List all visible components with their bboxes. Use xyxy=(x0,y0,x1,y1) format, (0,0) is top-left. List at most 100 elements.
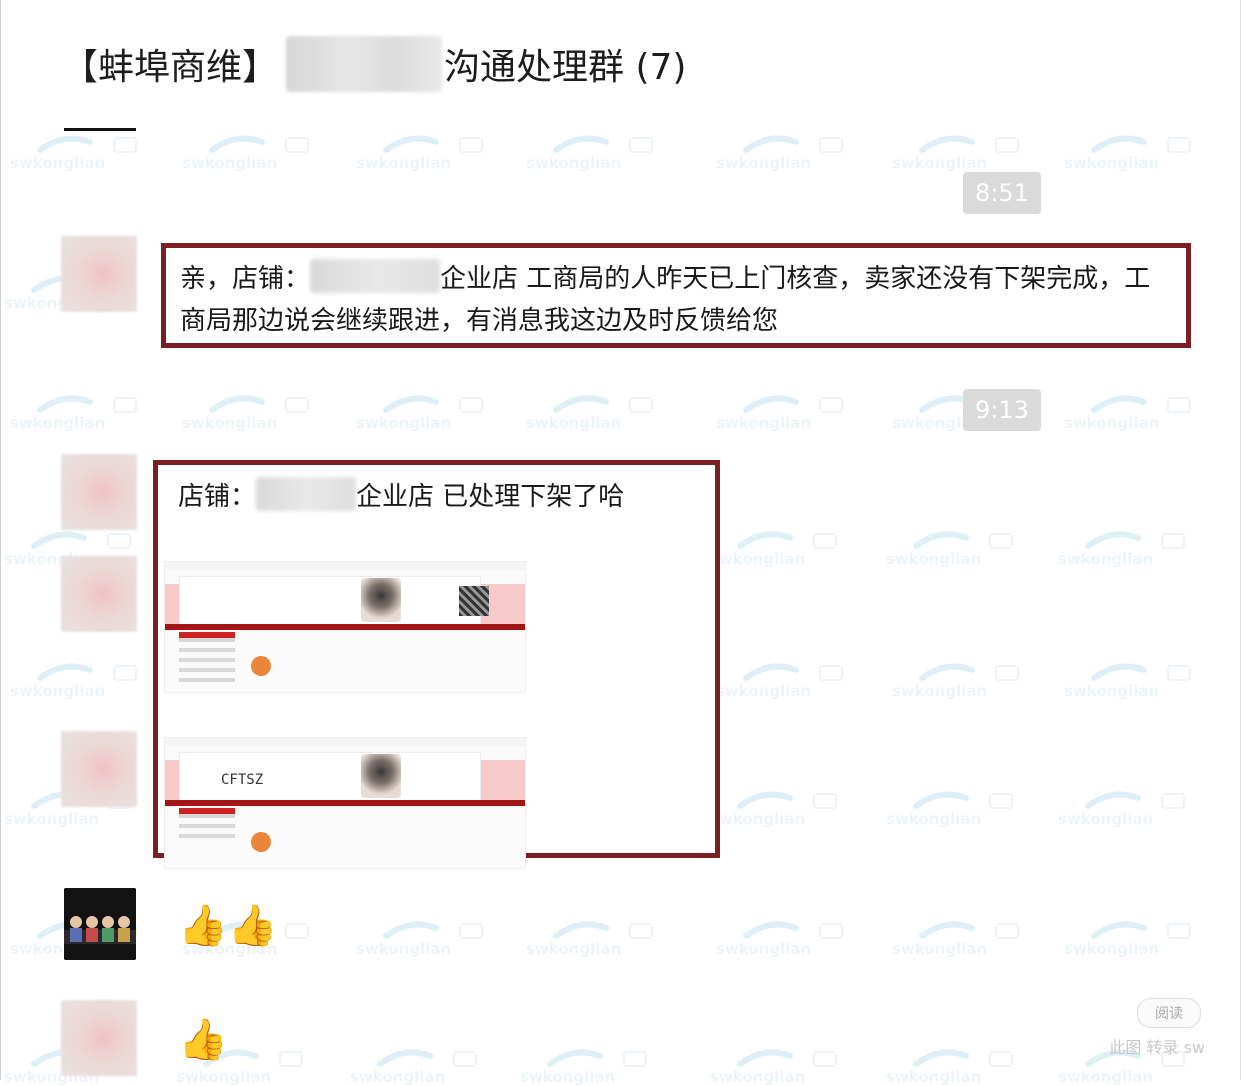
watermark-icon: swkonglian xyxy=(526,392,676,432)
left-border xyxy=(0,0,1,1080)
watermark-icon: swkonglian xyxy=(10,660,160,700)
watermark-icon: swkonglian xyxy=(526,918,676,958)
shot-menu-rows xyxy=(179,814,235,844)
svg-text:swkonglian: swkonglian xyxy=(716,682,811,700)
shot-product-thumb xyxy=(251,656,271,676)
svg-text:swkonglian: swkonglian xyxy=(176,1068,271,1086)
watermark-icon: swkonglian xyxy=(710,788,860,828)
watermark-icon: swkonglian xyxy=(710,1046,860,1086)
message-text-part: 企业店 已处理下架了哈 xyxy=(356,482,625,512)
shot-nav-bar xyxy=(165,800,525,806)
watermark-icon: swkonglian xyxy=(892,132,1042,172)
svg-text:swkonglian: swkonglian xyxy=(182,414,277,432)
watermark-icon: swkonglian xyxy=(892,918,1042,958)
message-bubble-highlighted[interactable]: 亲，店铺： 企业店 工商局的人昨天已上门核查，卖家还没有下架完成，工商局那边说会继… xyxy=(161,243,1191,348)
svg-text:swkonglian: swkonglian xyxy=(10,414,105,432)
thumbs-up-icon[interactable]: 👍 xyxy=(178,1016,228,1064)
watermark-icon: swkonglian xyxy=(520,1046,670,1086)
svg-text:swkonglian: swkonglian xyxy=(892,682,987,700)
watermark-icon: swkonglian xyxy=(716,392,866,432)
svg-text:swkonglian: swkonglian xyxy=(892,154,987,172)
svg-text:swkonglian: swkonglian xyxy=(710,1068,805,1086)
embedded-screenshot[interactable]: CFTSZ xyxy=(164,737,526,869)
avatar[interactable] xyxy=(61,1000,137,1076)
watermark-icon: swkonglian xyxy=(886,528,1036,568)
message-text: 亲，店铺： 企业店 工商局的人昨天已上门核查，卖家还没有下架完成，工商局那边说会继… xyxy=(180,258,1172,342)
svg-text:swkonglian: swkonglian xyxy=(350,1068,445,1086)
svg-text:swkonglian: swkonglian xyxy=(1064,154,1159,172)
chat-window: 【蚌埠商维】 沟通处理群 (7) swkonglian swkonglian swk… xyxy=(0,0,1241,1086)
avatar[interactable] xyxy=(61,731,137,807)
watermark-icon: swkonglian xyxy=(716,918,866,958)
watermark-icon: swkonglian xyxy=(716,660,866,700)
watermark-icon: swkonglian xyxy=(1058,788,1208,828)
watermark-icon: swkonglian xyxy=(182,392,332,432)
watermark-icon: swkonglian xyxy=(356,132,506,172)
read-badge[interactable]: 阅读 xyxy=(1137,998,1201,1028)
chat-title-suffix: 沟通处理群 (7) xyxy=(444,47,687,88)
svg-text:swkonglian: swkonglian xyxy=(1058,810,1153,828)
svg-text:swkonglian: swkonglian xyxy=(1064,940,1159,958)
svg-text:swkonglian: swkonglian xyxy=(716,414,811,432)
redacted-store-name xyxy=(310,259,441,293)
watermark-icon: swkonglian xyxy=(356,918,506,958)
avatar-group-photo[interactable] xyxy=(64,888,136,960)
shot-portrait xyxy=(361,578,401,622)
timestamp: 8:51 xyxy=(963,172,1041,214)
avatar[interactable] xyxy=(61,556,137,632)
svg-text:swkonglian: swkonglian xyxy=(526,414,621,432)
embedded-screenshot[interactable] xyxy=(164,561,526,693)
svg-text:swkonglian: swkonglian xyxy=(1058,1068,1153,1086)
svg-text:swkonglian: swkonglian xyxy=(356,154,451,172)
avatar[interactable] xyxy=(61,236,137,312)
svg-text:swkonglian: swkonglian xyxy=(526,154,621,172)
svg-text:swkonglian: swkonglian xyxy=(10,154,105,172)
watermark-icon: swkonglian xyxy=(1064,132,1214,172)
svg-text:swkonglian: swkonglian xyxy=(716,940,811,958)
shot-topbar xyxy=(165,738,525,746)
thumbs-up-icon[interactable]: 👍👍 xyxy=(178,902,278,950)
svg-text:swkonglian: swkonglian xyxy=(1064,414,1159,432)
svg-text:swkonglian: swkonglian xyxy=(710,810,805,828)
message-bubble-highlighted[interactable]: 店铺： 企业店 已处理下架了哈 CFTSZ xyxy=(153,460,720,869)
message-text-part: 店铺： xyxy=(178,482,257,512)
shot-topbar xyxy=(165,562,525,570)
watermark-icon: swkonglian xyxy=(350,1046,500,1086)
watermark-icon: swkonglian xyxy=(886,1046,1036,1086)
svg-text:swkonglian: swkonglian xyxy=(1058,550,1153,568)
svg-text:swkonglian: swkonglian xyxy=(892,940,987,958)
shot-portrait xyxy=(361,754,401,798)
shot-logo-text: CFTSZ xyxy=(221,772,264,788)
shot-nav-bar xyxy=(165,624,525,630)
watermark-icon: swkonglian xyxy=(716,132,866,172)
watermark-icon: swkonglian xyxy=(526,132,676,172)
avatar[interactable] xyxy=(61,454,137,530)
watermark-icon: swkonglian xyxy=(1064,660,1214,700)
watermark-icon: swkonglian xyxy=(1064,918,1214,958)
watermark-icon: swkonglian xyxy=(1064,392,1214,432)
chat-title: 【蚌埠商维】 沟通处理群 (7) xyxy=(62,36,686,92)
svg-text:swkonglian: swkonglian xyxy=(182,154,277,172)
svg-text:swkonglian: swkonglian xyxy=(886,1068,981,1086)
message-text: 店铺： 企业店 已处理下架了哈 xyxy=(178,477,624,517)
watermark-icon: swkonglian xyxy=(356,392,506,432)
watermark-icon: swkonglian xyxy=(886,788,1036,828)
message-text-part: 亲，店铺： xyxy=(180,264,311,294)
svg-text:swkonglian: swkonglian xyxy=(1064,682,1159,700)
svg-text:swkonglian: swkonglian xyxy=(716,154,811,172)
watermark-icon: swkonglian xyxy=(1058,528,1208,568)
timestamp: 9:13 xyxy=(963,389,1041,431)
redacted-name xyxy=(286,36,443,92)
header-divider xyxy=(64,128,136,131)
chat-title-prefix: 【蚌埠商维】 xyxy=(62,47,279,88)
watermark-icon: swkonglian xyxy=(10,392,160,432)
watermark-icon: swkonglian xyxy=(182,132,332,172)
qr-code-icon xyxy=(459,586,489,616)
svg-text:swkonglian: swkonglian xyxy=(356,414,451,432)
svg-text:swkonglian: swkonglian xyxy=(886,550,981,568)
group-photo-icon xyxy=(64,888,136,960)
svg-text:swkonglian: swkonglian xyxy=(526,940,621,958)
shot-card xyxy=(179,576,481,628)
shot-menu-rows xyxy=(179,638,235,688)
watermark-icon: swkonglian xyxy=(892,660,1042,700)
